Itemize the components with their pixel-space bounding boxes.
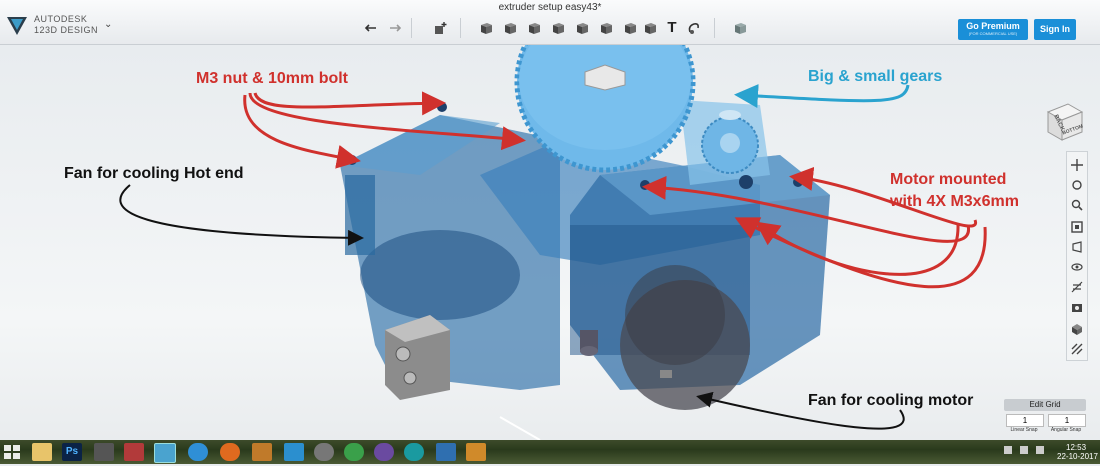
firefox-icon[interactable] (220, 443, 240, 461)
undo-icon[interactable] (364, 20, 380, 36)
brand-name: AUTODESK (34, 14, 88, 24)
internet-explorer-icon[interactable] (188, 443, 208, 461)
visibility-icon[interactable] (1071, 260, 1083, 272)
text-icon[interactable]: T (664, 20, 680, 36)
pattern-icon[interactable] (574, 20, 590, 36)
view-cube[interactable]: BACK BOTTOM (1042, 100, 1086, 144)
taskbar-time[interactable]: 12:53 (1066, 443, 1086, 452)
start-button-icon[interactable] (2, 443, 22, 461)
angular-snap-input[interactable]: 1 (1048, 414, 1086, 427)
app-blue-icon[interactable] (436, 443, 456, 461)
tray-volume-icon[interactable] (1036, 446, 1044, 454)
fit-icon[interactable] (1071, 220, 1083, 233)
file-explorer-icon[interactable] (32, 443, 52, 461)
hide-icon[interactable] (1071, 280, 1083, 293)
edit-grid-button[interactable]: Edit Grid (1004, 399, 1086, 411)
app-red-icon[interactable] (124, 443, 144, 461)
extruder-model[interactable] (0, 45, 1100, 440)
pan-icon[interactable] (1071, 158, 1083, 171)
photoshop-icon[interactable]: Ps (62, 443, 82, 461)
combine-icon[interactable] (622, 20, 638, 36)
go-premium-label: Go Premium (966, 21, 1020, 31)
edit-grid-panel: Edit Grid 1 1 Linear Snap Angular Snap (1004, 399, 1086, 439)
construct-icon[interactable] (526, 20, 542, 36)
app-menu-chevron-icon[interactable]: ⌄ (104, 19, 112, 30)
taskbar-date[interactable]: 22-10-2017 (1057, 452, 1098, 461)
annotation-gears: Big & small gears (808, 68, 943, 85)
annotation-fan-hotend: Fan for cooling Hot end (64, 165, 244, 182)
zoom-icon[interactable] (1071, 198, 1083, 211)
screenshot-icon[interactable] (1071, 300, 1083, 312)
go-premium-button[interactable]: Go Premium (FOR COMMERCIAL USE) (958, 19, 1028, 40)
group-icon[interactable] (598, 20, 614, 36)
measure-icon[interactable] (642, 20, 658, 36)
linear-snap-label: Linear Snap (1010, 427, 1038, 433)
app-purple-icon[interactable] (374, 443, 394, 461)
transform-icon[interactable] (432, 20, 448, 36)
document-title: extruder setup easy43* (498, 2, 602, 13)
snap-icon[interactable] (686, 20, 702, 36)
toolbar-separator (460, 18, 461, 38)
material-icon[interactable] (732, 20, 748, 36)
toolbar-separator (411, 18, 412, 38)
primitives-icon[interactable] (478, 20, 494, 36)
perspective-icon[interactable] (1071, 240, 1083, 253)
chrome-icon[interactable] (344, 443, 364, 461)
app-orange-icon[interactable] (466, 443, 486, 461)
media-icon[interactable] (314, 443, 334, 461)
grid-view-icon[interactable] (1071, 342, 1083, 355)
go-premium-sublabel: (FOR COMMERCIAL USE) (968, 31, 1018, 36)
toolbar-separator (714, 18, 715, 38)
annotation-motor-line2: with 4X M3x6mm (890, 193, 1019, 210)
material-view-icon[interactable] (1071, 322, 1083, 335)
sign-in-button[interactable]: Sign In (1034, 19, 1076, 40)
windows-taskbar: Ps (0, 440, 1100, 464)
angular-snap-label: Angular Snap (1050, 427, 1082, 433)
tray-network-icon[interactable] (1020, 446, 1028, 454)
orbit-icon[interactable] (1071, 178, 1083, 190)
sketch-icon[interactable] (502, 20, 518, 36)
annotation-fan-motor: Fan for cooling motor (808, 392, 974, 409)
linear-snap-input[interactable]: 1 (1006, 414, 1044, 427)
123d-design-icon[interactable] (154, 443, 176, 463)
3d-viewport[interactable]: M3 nut & 10mm bolt Big & small gears Fan… (0, 45, 1100, 440)
title-bar: AUTODESK 123D DESIGN ⌄ extruder setup ea… (0, 0, 1100, 45)
modify-icon[interactable] (550, 20, 566, 36)
chrome-alt-icon[interactable] (284, 443, 304, 461)
revit-icon[interactable] (252, 443, 272, 461)
navigation-toolbar (1066, 151, 1088, 361)
annotation-motor-line1: Motor mounted (890, 171, 1007, 188)
inkscape-icon[interactable] (94, 443, 114, 461)
brand-product: 123D DESIGN (34, 25, 99, 35)
app-logo-icon[interactable] (5, 13, 29, 37)
redo-icon[interactable] (386, 20, 402, 36)
arduino-icon[interactable] (404, 443, 424, 461)
annotation-nut-bolt: M3 nut & 10mm bolt (196, 70, 349, 87)
tray-flag-icon[interactable] (1004, 446, 1012, 454)
